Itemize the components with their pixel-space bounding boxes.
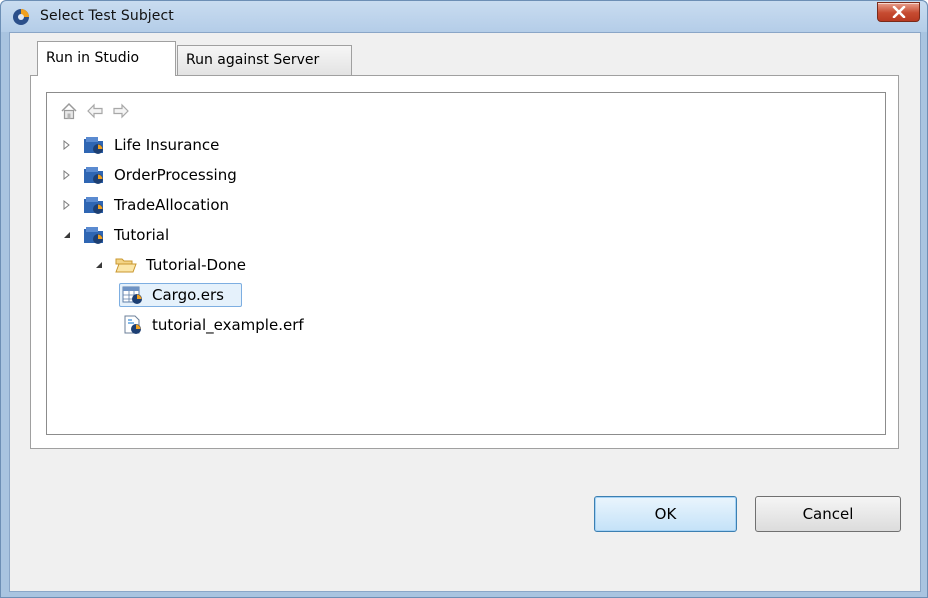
ruleset-file-icon (122, 286, 142, 304)
tree-item-label: TradeAllocation (114, 196, 230, 214)
tree-item-label: Tutorial (114, 226, 170, 244)
tree-item-label: tutorial_example.erf (152, 316, 304, 334)
ok-button[interactable]: OK (594, 496, 737, 532)
project-icon (84, 197, 103, 214)
close-icon (892, 6, 906, 18)
expand-arrow-icon[interactable] (62, 140, 72, 150)
tab-label: Run in Studio (46, 50, 140, 66)
expand-arrow-icon[interactable] (62, 170, 72, 180)
tree-item-label: Cargo.ers (152, 286, 224, 304)
collapse-arrow-icon[interactable] (94, 260, 104, 270)
project-icon (84, 137, 103, 154)
tree-item-label: OrderProcessing (114, 166, 237, 184)
window-title: Select Test Subject (40, 8, 174, 24)
tree-item-label: Tutorial-Done (146, 256, 247, 274)
forward-arrow-icon[interactable] (111, 101, 131, 121)
dialog-window: Select Test Subject Run in Studio Run ag… (0, 0, 928, 598)
close-button[interactable] (877, 2, 920, 22)
collapse-arrow-icon[interactable] (62, 230, 72, 240)
tree-item-label: Life Insurance (114, 136, 220, 154)
tab-label: Run against Server (186, 52, 320, 68)
project-tree[interactable]: Life Insurance OrderProcessing TradeAllo… (46, 92, 886, 435)
tree-item-cargo-ers[interactable]: Cargo.ers (119, 283, 322, 309)
expand-arrow-icon[interactable] (62, 200, 72, 210)
studio-app-icon (13, 9, 29, 25)
open-folder-icon (115, 258, 137, 273)
home-icon[interactable] (59, 101, 79, 121)
cancel-button[interactable]: Cancel (755, 496, 901, 532)
project-icon (84, 167, 103, 184)
back-arrow-icon[interactable] (85, 101, 105, 121)
tab-run-in-studio[interactable]: Run in Studio (37, 41, 176, 76)
tab-panel: Life Insurance OrderProcessing TradeAllo… (30, 75, 899, 449)
tab-run-against-server[interactable]: Run against Server (177, 45, 352, 75)
title-bar[interactable]: Select Test Subject (1, 1, 927, 32)
project-icon (84, 227, 103, 244)
rule-file-icon (124, 315, 141, 334)
